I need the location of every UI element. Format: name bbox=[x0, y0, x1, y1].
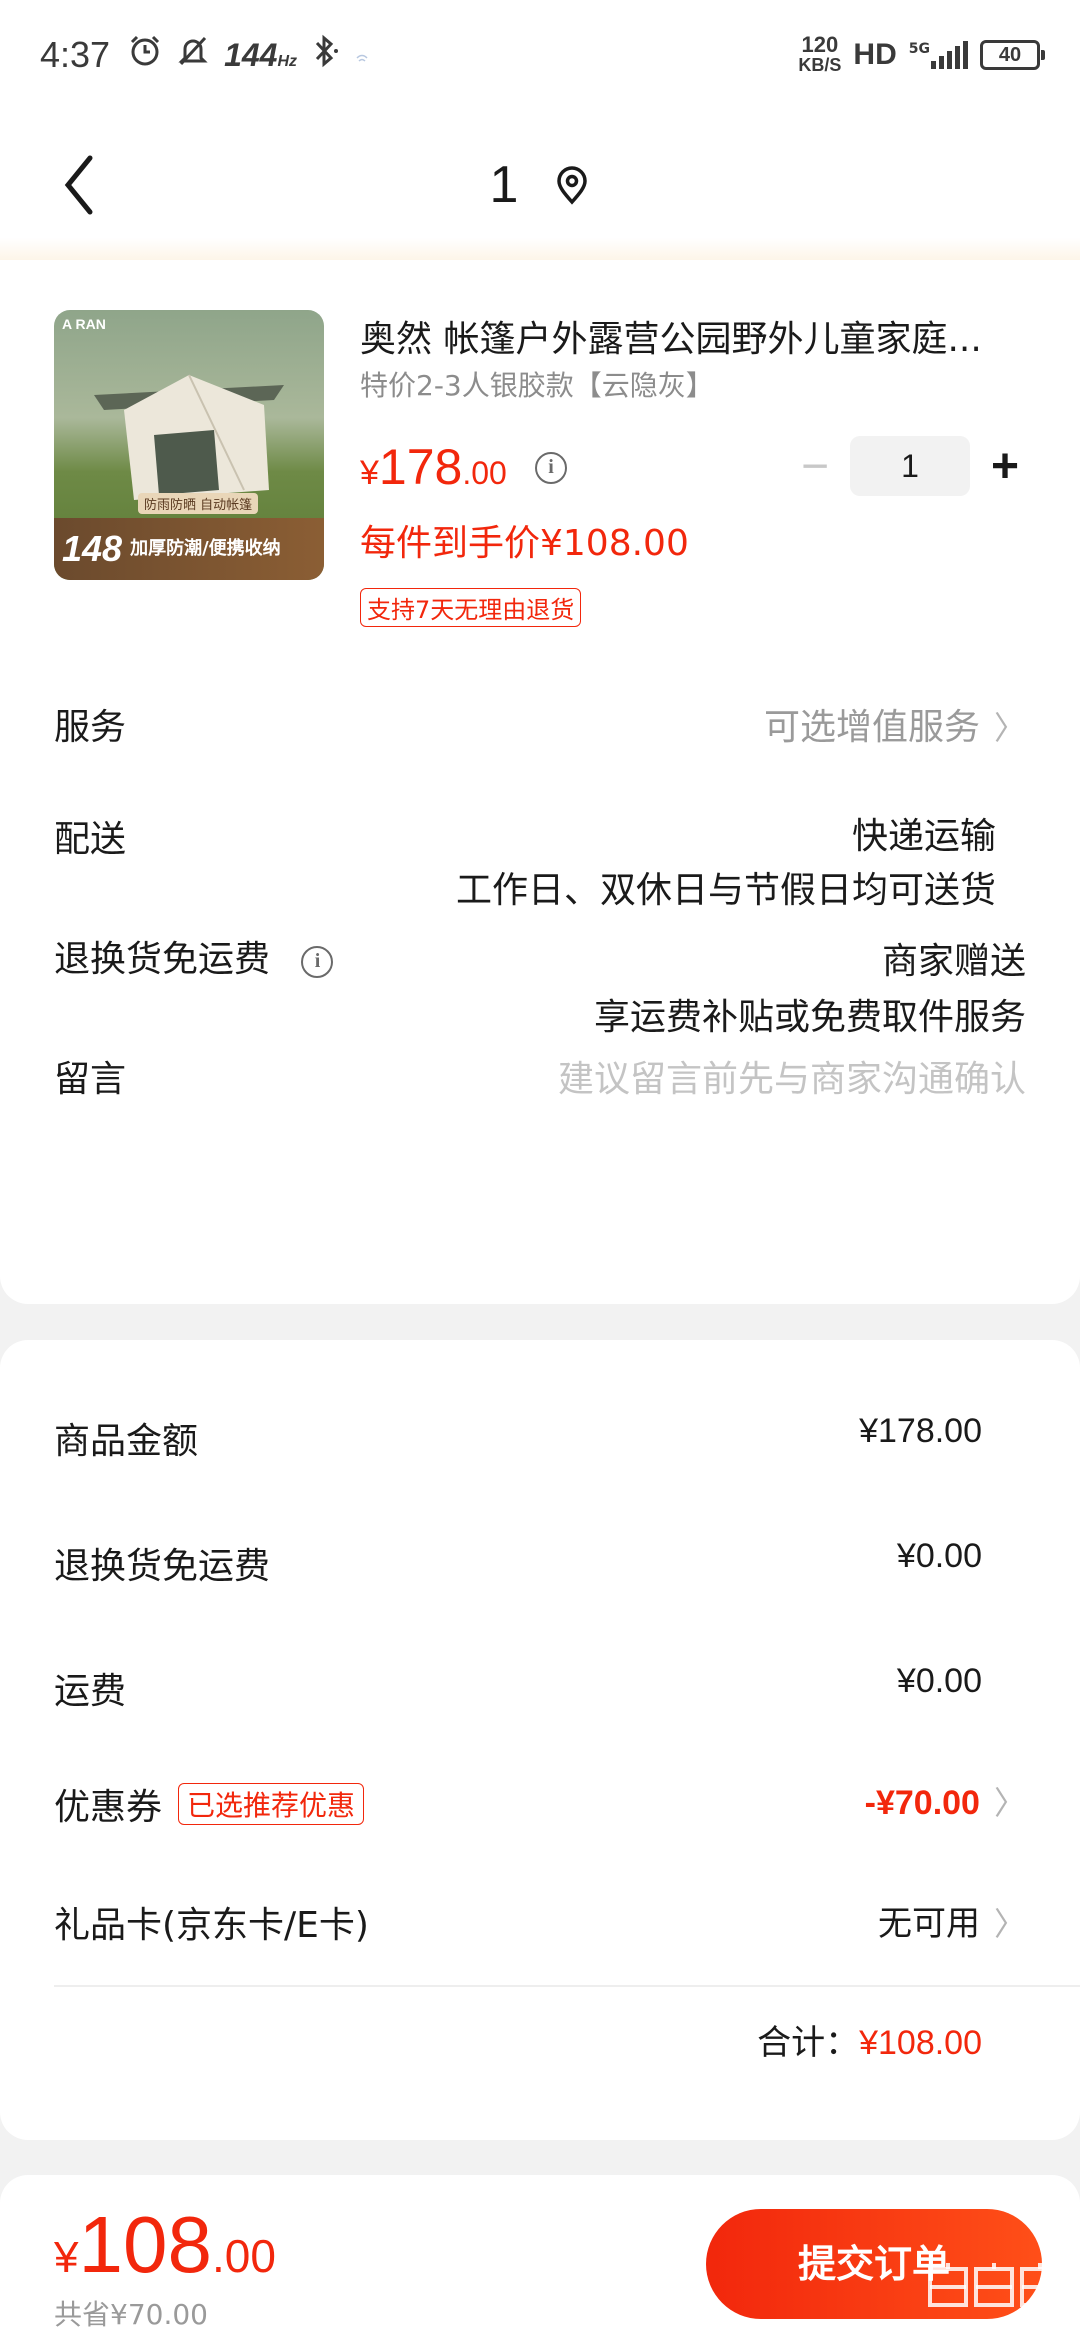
giftcard-value: 无可用〉 bbox=[877, 1905, 1026, 1943]
coupon-tag: 已选推荐优惠 bbox=[178, 1783, 365, 1825]
return-freight-summary-label: 退换货免运费 bbox=[54, 1546, 271, 1587]
chevron-right-icon: 〉 bbox=[993, 709, 1026, 747]
delivery-label: 配送 bbox=[54, 819, 127, 860]
total-summary: 合计：¥108.00 bbox=[757, 2023, 982, 2063]
chevron-right-icon: 〉 bbox=[993, 1784, 1026, 1822]
network-speed: 120 KB/S bbox=[798, 32, 842, 76]
return-info-icon[interactable]: i bbox=[301, 946, 334, 978]
wifi-icon bbox=[355, 35, 369, 75]
status-time: 4:37 bbox=[40, 34, 111, 75]
return-freight-row[interactable]: 退换货免运费 i 商家赠送 享运费补贴或免费取件服务 bbox=[54, 930, 1026, 1040]
image-tag: 防雨防晒 自动帐篷 bbox=[138, 493, 259, 514]
return-freight-summary-value: ¥0.00 bbox=[896, 1537, 982, 1575]
return-freight-summary-row: 退换货免运费 ¥0.00 bbox=[54, 1537, 982, 1597]
freight-row: 运费 ¥0.00 bbox=[54, 1662, 982, 1722]
order-item-card: A RAN 防雨防晒 自动帐篷 148 加厚防潮/便携收纳 奥然 帐篷户外露营公… bbox=[0, 260, 1080, 1304]
signal-icon: 5G bbox=[909, 41, 968, 69]
message-input[interactable]: 建议留言前先与商家沟通确认 bbox=[558, 1050, 1026, 1102]
service-row[interactable]: 服务 可选增值服务〉 bbox=[54, 698, 1026, 758]
product-title[interactable]: 奥然 帐篷户外露营公园野外儿童家庭... bbox=[360, 310, 1030, 362]
chevron-right-icon: 〉 bbox=[993, 1905, 1026, 1943]
final-price: 每件到手价¥108.00 bbox=[360, 523, 689, 564]
total-row: 合计：¥108.00 bbox=[54, 2015, 982, 2075]
delivery-row[interactable]: 配送 快递运输 工作日、双休日与节假日均可送货 bbox=[54, 810, 1026, 920]
page-title: 1 bbox=[0, 155, 1080, 215]
hd-indicator: HD bbox=[853, 38, 897, 71]
goods-amount-label: 商品金额 bbox=[54, 1421, 199, 1462]
total-price: ¥ 108 .00 bbox=[54, 2200, 276, 2289]
quantity-input[interactable]: 1 bbox=[850, 436, 970, 496]
location-pin-icon[interactable] bbox=[554, 165, 590, 205]
status-bar: 4:37 144Hz 120 KB/S HD 5G 40 bbox=[0, 0, 1080, 110]
checkout-bar: ¥ 108 .00 共省¥70.00 提交订单 bbox=[0, 2175, 1080, 2340]
watermark-logo bbox=[926, 2261, 1066, 2322]
image-price-badge: 148 加厚防潮/便携收纳 bbox=[54, 518, 324, 580]
watermark-icon bbox=[928, 2263, 1060, 2307]
coupon-value: -¥70.00 〉 bbox=[864, 1784, 1026, 1822]
product-image[interactable]: A RAN 防雨防晒 自动帐篷 148 加厚防潮/便携收纳 bbox=[54, 310, 324, 580]
delivery-note: 工作日、双休日与节假日均可送货 bbox=[455, 870, 996, 911]
goods-amount-row: 商品金额 ¥178.00 bbox=[54, 1412, 982, 1472]
delivery-method: 快递运输 bbox=[851, 816, 996, 857]
product-price: ¥ 178 .00 bbox=[360, 439, 507, 495]
message-row[interactable]: 留言 建议留言前先与商家沟通确认 bbox=[54, 1050, 1026, 1110]
return-freight-info: 商家赠送 享运费补贴或免费取件服务 bbox=[594, 934, 1026, 1046]
freight-value: ¥0.00 bbox=[896, 1662, 982, 1700]
goods-amount-value: ¥178.00 bbox=[859, 1412, 982, 1450]
return-freight-note: 享运费补贴或免费取件服务 bbox=[593, 997, 1026, 1038]
giftcard-label: 礼品卡(京东卡/E卡) bbox=[54, 1905, 369, 1946]
coupon-label: 优惠券 已选推荐优惠 bbox=[54, 1778, 365, 1830]
address-label[interactable]: 1 bbox=[490, 155, 519, 215]
return-policy-badge: 支持7天无理由退货 bbox=[360, 588, 582, 627]
giftcard-row[interactable]: 礼品卡(京东卡/E卡) 无可用〉 bbox=[54, 1896, 1026, 1956]
bluetooth-icon bbox=[311, 34, 341, 77]
decrease-button[interactable]: − bbox=[780, 436, 850, 496]
saved-amount: 共省¥70.00 bbox=[54, 2298, 208, 2331]
coupon-row[interactable]: 优惠券 已选推荐优惠 -¥70.00 〉 bbox=[54, 1778, 1026, 1838]
price-info-icon[interactable]: i bbox=[535, 452, 567, 484]
divider bbox=[54, 1985, 1080, 1987]
mute-bell-icon bbox=[176, 34, 210, 77]
battery-icon: 40 bbox=[980, 40, 1045, 70]
alarm-icon bbox=[128, 34, 162, 77]
brand-logo: A RAN bbox=[62, 316, 106, 332]
delivery-info: 快递运输 工作日、双休日与节假日均可送货 bbox=[456, 810, 996, 918]
return-freight-value: 商家赠送 bbox=[881, 941, 1026, 982]
quantity-stepper: − 1 + bbox=[780, 436, 1040, 496]
total-summary-value: ¥108.00 bbox=[859, 2024, 982, 2062]
header: 1 bbox=[0, 110, 1080, 260]
refresh-rate: 144Hz bbox=[224, 36, 298, 73]
service-value: 可选增值服务〉 bbox=[763, 707, 1026, 748]
service-label: 服务 bbox=[54, 707, 127, 748]
increase-button[interactable]: + bbox=[970, 436, 1040, 496]
return-freight-label: 退换货免运费 i bbox=[54, 930, 334, 982]
message-label: 留言 bbox=[54, 1059, 127, 1100]
product-spec[interactable]: 特价2-3人银胶款【云隐灰】 bbox=[360, 364, 714, 404]
freight-label: 运费 bbox=[54, 1671, 127, 1712]
